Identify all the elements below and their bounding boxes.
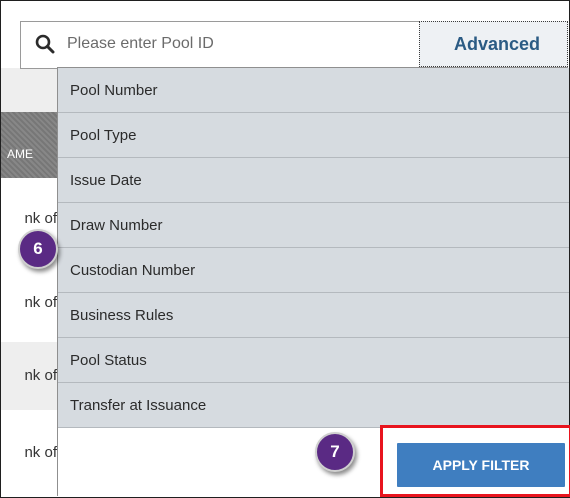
filter-option-pool-status[interactable]: Pool Status [58,338,569,383]
filter-option-pool-type[interactable]: Pool Type [58,113,569,158]
filter-option-draw-number[interactable]: Draw Number [58,203,569,248]
table-header-band [1,68,57,112]
table-row-text: nk of [24,210,57,227]
filter-option-issue-date[interactable]: Issue Date [58,158,569,203]
filter-option-pool-number[interactable]: Pool Number [58,68,569,113]
step-7-callout-badge: 7 [315,432,355,472]
table-row-text: nk of [24,294,57,311]
table-row[interactable]: nk of [1,410,57,496]
apply-filter-button[interactable]: APPLY FILTER [397,443,565,487]
table-row-text: nk of [24,444,57,461]
column-header-label: AME [7,147,34,161]
table-row[interactable]: nk of [1,342,57,410]
table-row-text: nk of [24,367,57,384]
filter-option-transfer-at-issuance[interactable]: Transfer at Issuance [58,383,569,428]
filter-option-custodian-number[interactable]: Custodian Number [58,248,569,293]
search-icon [35,34,55,54]
pool-id-search-input[interactable] [67,31,407,57]
filter-option-business-rules[interactable]: Business Rules [58,293,569,338]
advanced-filter-panel: Pool Number Pool Type Issue Date Draw Nu… [57,67,569,496]
search-bar [20,21,419,69]
advanced-button[interactable]: Advanced [419,21,568,67]
step-6-callout-badge: 6 [18,229,58,269]
table-column-header: AME [1,112,57,178]
